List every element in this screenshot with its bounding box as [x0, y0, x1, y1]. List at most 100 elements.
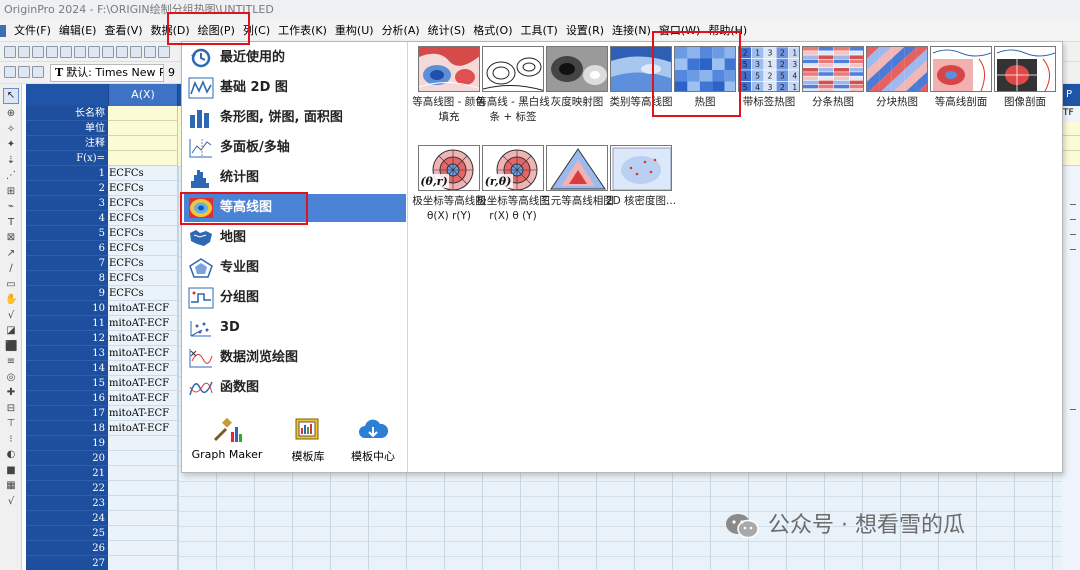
row-number[interactable]: 22: [26, 481, 108, 496]
toolbar-icon-4[interactable]: [60, 46, 72, 58]
row-number[interactable]: 9: [26, 286, 108, 301]
row-number[interactable]: 3: [26, 196, 108, 211]
toolbar-icon-3[interactable]: [46, 46, 58, 58]
cell-a[interactable]: ECFCs: [108, 286, 178, 301]
menu-item-11[interactable]: 工具(T): [517, 20, 562, 41]
plot-category-item[interactable]: 基础 2D 图: [184, 74, 406, 102]
toolbar-icon-8[interactable]: [116, 46, 128, 58]
cell-a[interactable]: ECFCs: [108, 166, 178, 181]
metadata-cell[interactable]: [108, 106, 178, 121]
format-toolbar-icon-1[interactable]: [18, 66, 30, 78]
plot-category-item[interactable]: 统计图: [184, 164, 406, 192]
metadata-cell[interactable]: [108, 151, 178, 166]
cell-a[interactable]: mitoAT-ECF: [108, 316, 178, 331]
cell-a[interactable]: [108, 511, 178, 526]
tool-icon-0[interactable]: ⊕: [5, 108, 17, 120]
tool-icon-2[interactable]: ✦: [5, 139, 17, 151]
tool-icon-17[interactable]: ◎: [5, 372, 17, 384]
tool-icon-21[interactable]: ⁝: [5, 434, 17, 446]
cell-a[interactable]: [108, 466, 178, 481]
row-number[interactable]: 24: [26, 511, 108, 526]
next-column-header[interactable]: P: [1062, 84, 1080, 106]
tool-icon-23[interactable]: ■: [5, 465, 17, 477]
row-number[interactable]: 5: [26, 226, 108, 241]
row-number[interactable]: 11: [26, 316, 108, 331]
pointer-tool-icon[interactable]: ↖: [3, 88, 19, 104]
cell-a[interactable]: mitoAT-ECF: [108, 421, 178, 436]
menu-item-13[interactable]: 连接(N): [608, 20, 655, 41]
menu-item-12[interactable]: 设置(R): [562, 20, 608, 41]
plot-category-item[interactable]: 多面板/多轴: [184, 134, 406, 162]
tool-icon-5[interactable]: ⊞: [5, 186, 17, 198]
row-number[interactable]: 10: [26, 301, 108, 316]
tool-icon-1[interactable]: ✧: [5, 124, 17, 136]
plot-category-item[interactable]: 专业图: [184, 254, 406, 282]
row-number[interactable]: 14: [26, 361, 108, 376]
tool-icon-6[interactable]: ⌁: [5, 201, 17, 213]
cell-a[interactable]: ECFCs: [108, 256, 178, 271]
cell-a[interactable]: ECFCs: [108, 226, 178, 241]
metadata-cell[interactable]: [108, 121, 178, 136]
tool-icon-15[interactable]: ⬛: [5, 341, 17, 353]
row-number[interactable]: 15: [26, 376, 108, 391]
cell-a[interactable]: ECFCs: [108, 211, 178, 226]
plot-category-item[interactable]: 最近使用的: [184, 44, 406, 72]
tool-icon-20[interactable]: ⊤: [5, 418, 17, 430]
bottom-button-template-center-cloud[interactable]: 模板中心: [342, 414, 404, 464]
row-number[interactable]: 17: [26, 406, 108, 421]
format-toolbar-icon-2[interactable]: [32, 66, 44, 78]
bottom-button-template-library[interactable]: 模板库: [278, 414, 338, 464]
cell-a[interactable]: mitoAT-ECF: [108, 391, 178, 406]
tool-icon-22[interactable]: ◐: [5, 449, 17, 461]
font-name-select[interactable]: T 默认: Times New R: [50, 64, 164, 82]
row-number[interactable]: 25: [26, 526, 108, 541]
cell-a[interactable]: [108, 451, 178, 466]
app-menu-icon[interactable]: [0, 25, 6, 37]
plot-category-item[interactable]: 地图: [184, 224, 406, 252]
cell-a[interactable]: [108, 541, 178, 556]
cell-a[interactable]: mitoAT-ECF: [108, 331, 178, 346]
menu-item-2[interactable]: 查看(V): [100, 20, 146, 41]
column-a-header[interactable]: A(X): [108, 84, 178, 106]
tool-icon-3[interactable]: ⇣: [5, 155, 17, 167]
tool-icon-7[interactable]: T: [5, 217, 17, 229]
cell-a[interactable]: [108, 436, 178, 451]
metadata-cell[interactable]: [108, 136, 178, 151]
menu-item-8[interactable]: 分析(A): [378, 20, 424, 41]
plot-category-item[interactable]: 数据浏览绘图: [184, 344, 406, 372]
cell-a[interactable]: [108, 556, 178, 570]
font-size-select[interactable]: 9: [168, 64, 182, 82]
menu-item-10[interactable]: 格式(O): [469, 20, 516, 41]
row-number[interactable]: 13: [26, 346, 108, 361]
toolbar-icon-9[interactable]: [130, 46, 142, 58]
row-number[interactable]: 1: [26, 166, 108, 181]
tool-icon-12[interactable]: ✋: [5, 294, 17, 306]
cell-a[interactable]: ECFCs: [108, 271, 178, 286]
tool-icon-24[interactable]: ▦: [5, 480, 17, 492]
cell-a[interactable]: mitoAT-ECF: [108, 406, 178, 421]
cell-a[interactable]: mitoAT-ECF: [108, 361, 178, 376]
tool-icon-14[interactable]: ◪: [5, 325, 17, 337]
row-number[interactable]: 7: [26, 256, 108, 271]
row-number[interactable]: 18: [26, 421, 108, 436]
row-number[interactable]: 21: [26, 466, 108, 481]
cell-a[interactable]: mitoAT-ECF: [108, 376, 178, 391]
row-number[interactable]: 23: [26, 496, 108, 511]
cell-a[interactable]: [108, 481, 178, 496]
toolbar-icon-7[interactable]: [102, 46, 114, 58]
plot-category-item[interactable]: 分组图: [184, 284, 406, 312]
cell-a[interactable]: [108, 526, 178, 541]
cell-a[interactable]: [108, 496, 178, 511]
toolbar-icon-11[interactable]: [158, 46, 170, 58]
tool-icon-4[interactable]: ⋰: [5, 170, 17, 182]
plot-category-item[interactable]: 函数图: [184, 374, 406, 402]
cell-a[interactable]: mitoAT-ECF: [108, 301, 178, 316]
tool-icon-25[interactable]: √: [5, 496, 17, 508]
menu-item-6[interactable]: 工作表(K): [274, 20, 331, 41]
plot-category-item[interactable]: 3D: [184, 314, 406, 342]
format-toolbar-icon-0[interactable]: [4, 66, 16, 78]
tool-icon-13[interactable]: √: [5, 310, 17, 322]
bottom-button-graph-maker[interactable]: Graph Maker: [186, 414, 268, 464]
menu-item-7[interactable]: 重构(U): [331, 20, 378, 41]
row-number[interactable]: 27: [26, 556, 108, 570]
